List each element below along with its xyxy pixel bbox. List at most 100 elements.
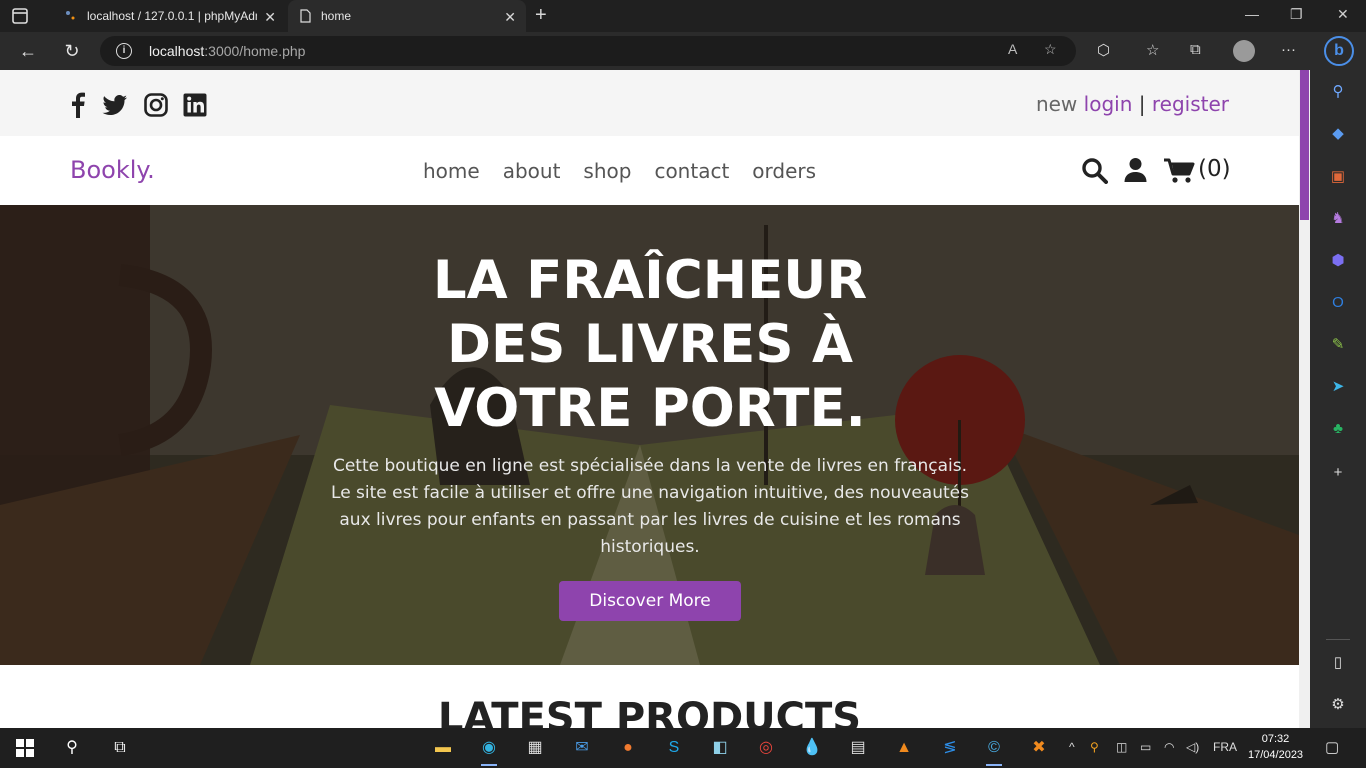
user-icon[interactable] [1124,157,1147,183]
main-nav: home about shop contact orders [423,159,816,183]
chrome-icon[interactable]: ◎ [754,736,778,760]
register-link[interactable]: register [1152,92,1229,116]
close-window-icon[interactable]: ✕ [1337,6,1349,23]
designer-icon[interactable]: ✎ [1328,335,1348,355]
page-viewport: new login | register Bookly. home about … [0,70,1299,728]
nav-shop[interactable]: shop [583,159,631,183]
latest-products-heading: LATEST PRODUCTS [437,695,862,728]
tab-label: home [321,9,352,23]
auth-prefix: new [1035,92,1078,116]
hide-sidebar-icon[interactable]: ▯ [1328,653,1348,673]
sidebar-divider [1326,639,1350,640]
phpmyadmin-favicon-icon [66,11,75,20]
page-favicon-icon [300,9,311,23]
site-info-icon[interactable]: i [116,43,132,59]
main-header: Bookly. home about shop contact orders (… [0,136,1299,205]
hero-title: LA FRAÎCHEUR DES LIVRES À VOTRE PORTE. [432,250,868,439]
task-view-icon[interactable]: ⧉ [108,736,132,760]
bing-chat-icon[interactable]: b [1324,36,1354,66]
windows-start-icon[interactable] [13,736,37,760]
clock[interactable]: 07:32 17/04/2023 [1248,731,1303,763]
tab-home[interactable]: home ✕ [288,0,526,32]
cart-count[interactable]: (0) [1198,156,1231,182]
minimize-icon[interactable]: — [1245,6,1259,22]
restore-icon[interactable]: ❐ [1290,6,1303,23]
twitter-icon[interactable] [102,92,128,118]
show-hidden-icons-icon[interactable]: ^ [1069,740,1075,754]
refresh-icon[interactable]: ↻ [60,39,84,63]
add-favorite-icon[interactable]: ☆ [1044,41,1057,58]
settings-gear-icon[interactable]: ⚙ [1328,695,1348,715]
books-icon[interactable]: ▤ [846,736,870,760]
notes-icon[interactable]: ◧ [708,736,732,760]
nav-contact[interactable]: contact [654,159,729,183]
language-indicator[interactable]: FRA [1213,740,1237,754]
battery-icon[interactable]: ▭ [1140,740,1151,754]
nav-home[interactable]: home [423,159,480,183]
login-link[interactable]: login [1084,92,1133,116]
url-text[interactable]: localhost:3000/home.php [149,43,305,59]
games-icon[interactable]: ♞ [1328,209,1348,229]
tab-label: localhost / 127.0.0.1 | phpMyAdmin [87,9,257,23]
address-toolbar: ← ↻ i localhost:3000/home.php A ☆ ⬡ ☆ ⧉ … [0,32,1366,70]
close-tab-icon[interactable]: ✕ [264,9,276,26]
shopping-tag-icon[interactable]: ◆ [1328,124,1348,144]
notifications-icon[interactable]: ▢ [1325,738,1339,756]
vscode-icon[interactable]: ≶ [938,736,962,760]
close-tab-icon[interactable]: ✕ [504,9,516,26]
ccleaner-icon[interactable]: © [982,736,1006,766]
page-scrollbar[interactable] [1299,70,1310,728]
discover-more-button[interactable]: Discover More [559,581,741,621]
site-logo[interactable]: Bookly. [70,156,155,184]
browser-tab-strip: localhost / 127.0.0.1 | phpMyAdmin ✕ hom… [0,0,1366,32]
volume-icon[interactable]: ◁) [1186,740,1199,754]
file-explorer-icon[interactable]: ▬ [431,736,455,760]
read-aloud-icon[interactable]: A [1008,41,1017,57]
address-bar[interactable]: i localhost:3000/home.php A ☆ [100,36,1076,66]
tools-briefcase-icon[interactable]: ▣ [1328,167,1348,187]
profile-avatar[interactable] [1233,40,1255,62]
wifi-icon[interactable]: ◠ [1164,740,1174,754]
auth-separator: | [1138,92,1146,116]
firefox-icon[interactable]: ● [616,736,640,760]
search-icon[interactable]: ⚲ [60,736,84,760]
hero-section: LA FRAÎCHEUR DES LIVRES À VOTRE PORTE. C… [0,205,1299,665]
nav-orders[interactable]: orders [752,159,816,183]
scrollbar-thumb[interactable] [1300,70,1309,220]
top-header: new login | register [0,70,1299,136]
tree-icon[interactable]: ♣ [1328,419,1348,439]
add-icon[interactable]: + [1328,463,1348,483]
favorites-icon[interactable]: ☆ [1146,41,1159,59]
edge-icon[interactable]: ◉ [477,736,501,766]
auth-links: new login | register [1036,92,1229,116]
new-tab-icon[interactable]: + [535,4,547,27]
more-options-icon[interactable]: ··· [1281,41,1296,58]
extensions-icon[interactable]: ⬡ [1097,41,1110,59]
tab-phpmyadmin[interactable]: localhost / 127.0.0.1 | phpMyAdmin ✕ [54,0,286,32]
search-tray-icon[interactable]: ⚲ [1090,740,1099,754]
facebook-icon[interactable] [65,92,91,118]
microsoft-365-icon[interactable]: ⬢ [1328,251,1348,271]
nav-about[interactable]: about [503,159,561,183]
camera-tray-icon[interactable]: ◫ [1116,740,1127,754]
clock-time: 07:32 [1261,733,1290,745]
mail-icon[interactable]: ✉ [570,736,594,760]
xampp-icon[interactable]: ✖ [1027,736,1051,760]
search-icon[interactable] [1081,157,1108,184]
vlc-icon[interactable]: ▲ [892,736,916,760]
clock-date: 17/04/2023 [1248,749,1304,761]
skype-icon[interactable]: S [662,736,686,760]
send-icon[interactable]: ➤ [1328,377,1348,397]
linkedin-icon[interactable] [182,92,208,118]
paint-drop-icon[interactable]: 💧 [800,736,824,760]
edge-sidebar: ⚲ ◆ ▣ ♞ ⬢ O ✎ ➤ ♣ + ▯ ⚙ [1310,70,1366,728]
search-icon[interactable]: ⚲ [1328,82,1348,102]
back-icon[interactable]: ← [16,39,40,63]
cart-icon[interactable] [1163,158,1195,184]
windows-taskbar: ⚲ ⧉ ▬ ◉ ▦ ✉ ● S ◧ ◎ 💧 ▤ ▲ ≶ © ✖ ^ ⚲ ◫ ▭ … [0,728,1366,768]
instagram-icon[interactable] [143,92,169,118]
store-icon[interactable]: ▦ [523,736,547,760]
tab-actions-icon[interactable] [10,6,32,26]
outlook-icon[interactable]: O [1328,293,1348,313]
collections-icon[interactable]: ⧉ [1190,41,1201,58]
